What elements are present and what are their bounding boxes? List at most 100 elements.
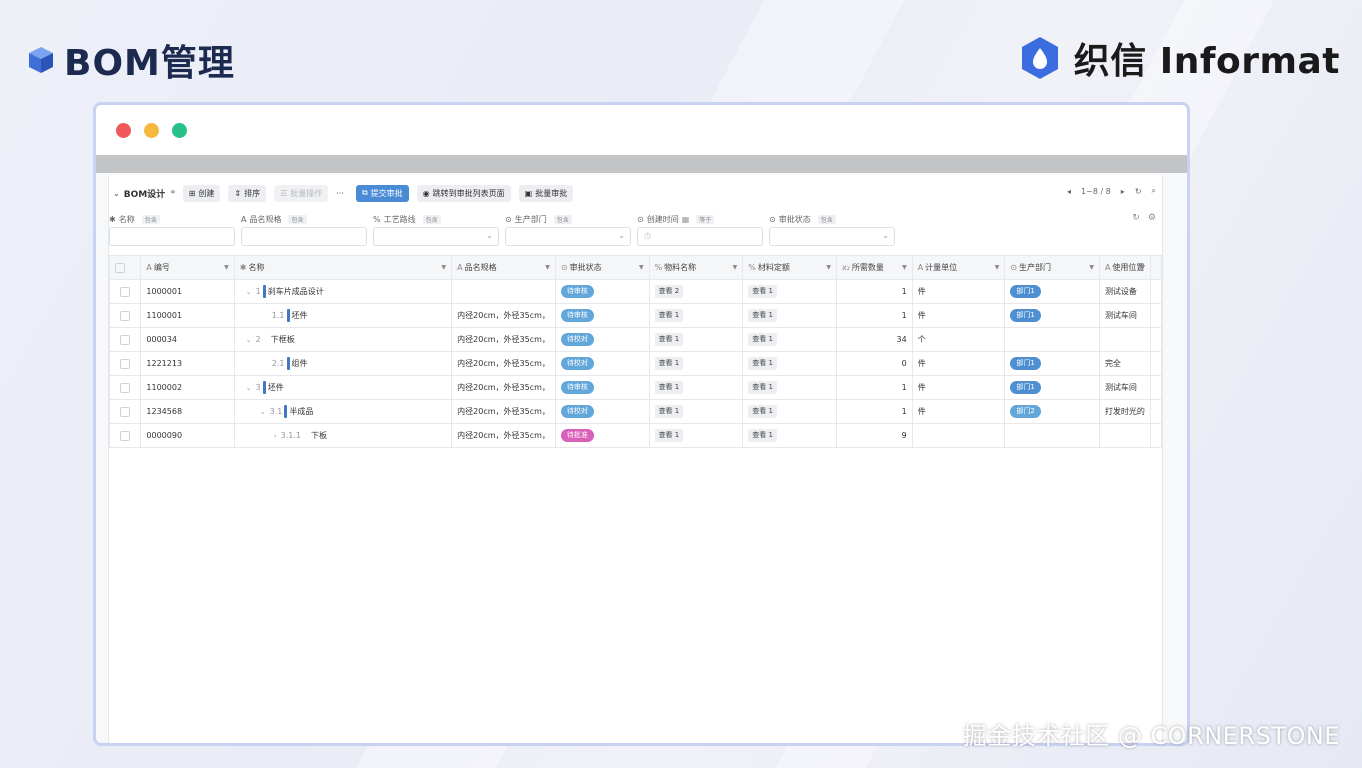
gear-icon[interactable]: ⚙ <box>1148 213 1156 223</box>
material-cell: 查看 1 <box>648 375 744 400</box>
sort-caret-icon[interactable]: ▼ <box>224 264 229 271</box>
row-checkbox[interactable] <box>120 358 131 369</box>
sort-caret-icon[interactable]: ▼ <box>1089 264 1094 271</box>
table-row[interactable]: 1100001 1.1 坯件 内径20cm，外径35cm， 待审核 查看 1 查看 1 1件部… <box>108 303 1162 328</box>
filter-label: ⊙ 生产部门 包含 <box>505 211 631 227</box>
bom-table-view: ⌄ BOM设计 ⚭ ⊞ 创建 ⇕ 排序 ☰ 批量操作 ··· ⧉ 提交审批 ◉ 跳转到审批… <box>108 175 1163 743</box>
column-header-1[interactable]: A 编号 ▼ <box>140 255 235 280</box>
search-icon[interactable]: ⌕ <box>1152 186 1156 196</box>
table-row[interactable]: 0000090 › 3.1.1 下板 内径20cm，外径35cm， 待批准 查看 1 查看 1… <box>108 423 1162 448</box>
sort-caret-icon[interactable]: ▼ <box>545 264 550 271</box>
chevron-down-icon[interactable]: ⌄ <box>260 408 266 416</box>
batch-operation-button[interactable]: ☰ 批量操作 <box>274 184 329 202</box>
filter-input[interactable] <box>241 227 367 246</box>
sort-button[interactable]: ⇕ 排序 <box>228 184 267 202</box>
submit-approval-button[interactable]: ⧉ 提交审批 <box>355 184 409 202</box>
sort-caret-icon[interactable]: ▼ <box>442 264 447 271</box>
field-type-icon: ⊙ <box>1010 263 1018 272</box>
column-header-3[interactable]: A 品名规格 ▼ <box>451 255 556 280</box>
filter-operator[interactable]: 包含 <box>422 214 441 224</box>
next-page-icon[interactable]: ▸ <box>1121 187 1125 196</box>
row-spacer <box>1150 303 1162 328</box>
view-material-button[interactable]: 查看 1 <box>654 405 684 418</box>
close-window-button[interactable] <box>116 123 131 138</box>
view-material-button[interactable]: 查看 1 <box>654 357 684 370</box>
table-row[interactable]: 000034 ⌄ 2 下框板 内径20cm，外径35cm， 待校对 查看 1 查看 1 34 个 <box>108 327 1162 352</box>
column-header-2[interactable]: ✱ 名称 ▼ <box>233 255 453 280</box>
view-material-button[interactable]: 查看 1 <box>654 429 684 442</box>
row-checkbox[interactable] <box>120 430 131 441</box>
table-row[interactable]: 1221213 2.1 组件 内径20cm，外径35cm， 待校对 查看 1 查看 1 0件部… <box>108 351 1162 376</box>
status-cell: 待审核 <box>554 279 650 304</box>
row-checkbox[interactable] <box>120 310 131 321</box>
table-row[interactable]: 1100002 ⌄ 3 坯件 内径20cm，外径35cm， 待审核 查看 1 查看 1 1 件部门… <box>108 375 1162 400</box>
toolbar-right: ◂ 1~8 / 8 ▸ ↻ ⌕ <box>1067 186 1156 196</box>
filter-input[interactable]: ⌄ <box>373 227 499 246</box>
column-header-7[interactable]: x₂ 所需数量 ▼ <box>835 255 913 280</box>
refresh-icon[interactable]: ↻ <box>1135 187 1142 196</box>
view-quota-button[interactable]: 查看 1 <box>748 381 777 394</box>
filter-operator[interactable]: 等于 <box>696 214 715 224</box>
column-header-6[interactable]: % 材料定额 ▼ <box>742 255 837 280</box>
filter-operator[interactable]: 包含 <box>817 214 836 224</box>
view-material-button[interactable]: 查看 1 <box>654 381 684 394</box>
row-checkbox[interactable] <box>120 382 131 393</box>
view-title[interactable]: ⌄ BOM设计 ⚭ <box>113 187 177 200</box>
node-name: 刹车片成品设计 <box>267 287 324 296</box>
sort-caret-icon[interactable]: ▼ <box>902 264 907 271</box>
table-row[interactable]: 1000001 ⌄ 1 刹车片成品设计 待审核 查看 2 查看 1 1 件部门1 测试设备 <box>108 279 1162 304</box>
dept-cell: 部门1 <box>1004 351 1100 376</box>
goto-approval-list-button[interactable]: ◉ 跳转到审批列表页面 <box>416 184 511 202</box>
filter-input[interactable]: ⌄ <box>769 227 895 246</box>
select-all-checkbox[interactable] <box>115 262 125 273</box>
row-checkbox[interactable] <box>120 406 131 417</box>
maximize-window-button[interactable] <box>172 123 187 138</box>
field-type-icon: A <box>146 263 152 272</box>
view-quota-button[interactable]: 查看 1 <box>748 429 777 442</box>
view-material-button[interactable]: 查看 1 <box>654 333 684 346</box>
share-icon[interactable]: ⚭ <box>169 188 177 198</box>
sort-caret-icon[interactable]: ▼ <box>995 264 1000 271</box>
chevron-down-icon[interactable]: ⌄ <box>246 288 252 296</box>
row-checkbox[interactable] <box>120 286 131 297</box>
code-cell: 1221213 <box>140 351 235 376</box>
filter-input[interactable]: ⌄ <box>505 227 631 246</box>
create-button[interactable]: ⊞ 创建 <box>182 184 221 202</box>
view-material-button[interactable]: 查看 2 <box>654 285 684 298</box>
filter-operator[interactable]: 包含 <box>288 214 307 224</box>
code-cell: 0000090 <box>140 423 235 448</box>
table-row[interactable]: 1234568 ⌄ 3.1 半成品 内径20cm，外径35cm， 待校对 查看 1 查看 1 1… <box>108 399 1162 424</box>
filter-operator[interactable]: 包含 <box>553 214 572 224</box>
sort-caret-icon[interactable]: ▼ <box>733 264 738 271</box>
batch-approve-button[interactable]: ▣ 批量审批 <box>518 184 574 202</box>
node-name: 半成品 <box>289 407 314 416</box>
filter-input[interactable]: ◷ <box>637 227 763 246</box>
row-checkbox[interactable] <box>120 334 131 345</box>
view-quota-button[interactable]: 查看 1 <box>748 333 777 346</box>
column-header-8[interactable]: A 计量单位 ▼ <box>911 255 1006 280</box>
sort-caret-icon[interactable]: ▼ <box>1140 264 1145 271</box>
chevron-down-icon[interactable]: ⌄ <box>246 384 252 392</box>
filter-operator[interactable]: 包含 <box>141 214 160 224</box>
prev-page-icon[interactable]: ◂ <box>1067 187 1071 196</box>
chevron-right-icon[interactable]: › <box>274 432 277 440</box>
column-header-10[interactable]: A 使用位置 ▼ <box>1098 255 1152 280</box>
column-header-5[interactable]: % 物料名称 ▼ <box>648 255 744 280</box>
sort-caret-icon[interactable]: ▼ <box>826 264 831 271</box>
filter-bar: ↻ ⚙ ✱ 名称 包含 A 品名规格 包含% 工艺路线 包含 ⌄ ⊙ 生产部门 包含 ⌄ ⊙ 创建时间 ▦ 等于… <box>109 211 1162 255</box>
view-quota-button[interactable]: 查看 1 <box>748 357 777 370</box>
chevron-down-icon[interactable]: ⌄ <box>246 336 252 344</box>
refresh-icon[interactable]: ↻ <box>1132 213 1140 223</box>
minimize-window-button[interactable] <box>144 123 159 138</box>
view-quota-button[interactable]: 查看 1 <box>748 309 777 322</box>
tree-node: 2.1 组件 <box>240 357 308 370</box>
view-quota-button[interactable]: 查看 1 <box>748 285 777 298</box>
view-quota-button[interactable]: 查看 1 <box>748 405 777 418</box>
filter-actions: ↻ ⚙ <box>1132 213 1156 223</box>
view-material-button[interactable]: 查看 1 <box>654 309 684 322</box>
filter-input[interactable] <box>109 227 235 246</box>
more-button[interactable]: ··· <box>336 189 344 198</box>
sort-caret-icon[interactable]: ▼ <box>639 264 644 271</box>
column-header-4[interactable]: ⊙ 审批状态 ▼ <box>554 255 650 280</box>
column-header-9[interactable]: ⊙ 生产部门 ▼ <box>1004 255 1100 280</box>
